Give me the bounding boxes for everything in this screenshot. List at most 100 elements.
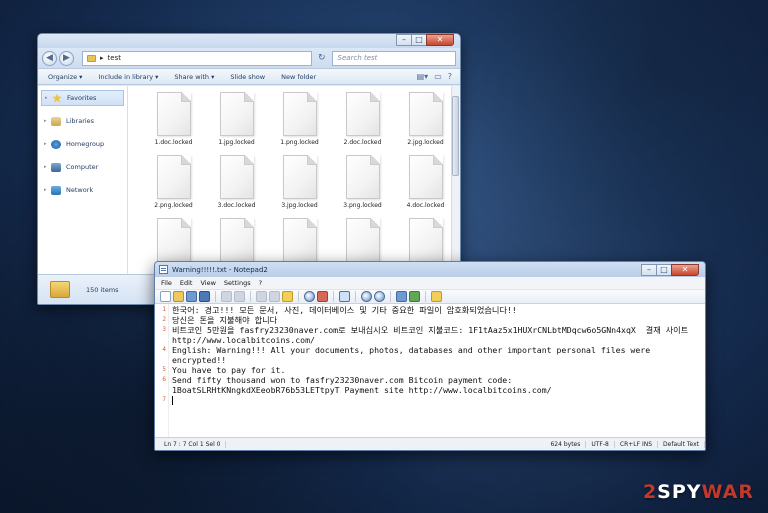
new-file-icon[interactable] — [160, 291, 171, 302]
organize-button[interactable]: Organize ▾ — [48, 73, 82, 81]
file-name: 3.png.locked — [343, 202, 382, 209]
file-name: 2.doc.locked — [343, 139, 382, 146]
nav-item-computer[interactable]: ▸ Computer — [38, 159, 127, 175]
help-icon[interactable]: ? — [448, 72, 452, 81]
line-number: 2 — [162, 316, 166, 323]
vertical-scrollbar[interactable] — [451, 86, 460, 274]
file-name: 2.png.locked — [154, 202, 193, 209]
customize-icon[interactable] — [409, 291, 420, 302]
file-item[interactable]: 1.png.locked — [268, 92, 331, 149]
file-item[interactable]: 1.doc.locked — [142, 92, 205, 149]
zoom-in-icon[interactable] — [361, 291, 372, 302]
editor-line: 1BoatSLRHtKNngkdXEeobR76b53LETtpyT Payme… — [169, 385, 705, 395]
line-text: English: Warning!!! All your documents, … — [172, 345, 651, 355]
search-input[interactable]: Search test — [331, 50, 456, 66]
nav-label: Libraries — [66, 117, 95, 125]
menu-file[interactable]: File — [161, 279, 172, 287]
file-name: 1.doc.locked — [154, 139, 193, 146]
view-options-icon[interactable]: ▤▾ — [417, 72, 429, 81]
save-icon[interactable] — [199, 291, 210, 302]
file-icon — [408, 92, 443, 136]
window-title: Warning!!!!!.txt - Notepad2 — [172, 265, 268, 274]
expand-icon[interactable]: ▸ — [44, 164, 51, 170]
find-icon[interactable] — [304, 291, 315, 302]
notepad-titlebar[interactable]: Warning!!!!!.txt - Notepad2 – □ ✕ — [155, 262, 705, 277]
status-eol: CR+LF INS — [615, 440, 659, 448]
replace-icon[interactable] — [317, 291, 328, 302]
explorer-titlebar[interactable]: – □ ✕ — [38, 34, 460, 48]
nav-item-libraries[interactable]: ▸ Libraries — [38, 113, 127, 129]
minimize-button[interactable]: – — [396, 34, 412, 46]
address-bar[interactable]: ▸ test — [82, 50, 312, 66]
include-in-library-button[interactable]: Include in library ▾ — [98, 73, 158, 81]
slide-show-button[interactable]: Slide show — [230, 73, 265, 81]
folder-icon — [87, 54, 96, 62]
favorites-icon[interactable] — [431, 291, 442, 302]
explorer-body: ▸ Favorites ▸ Libraries ▸ Homegroup ▸ Co… — [38, 86, 460, 274]
scrollbar-thumb[interactable] — [452, 96, 459, 176]
editor-content[interactable]: 1 한국어: 경고!!! 모든 문서, 사진, 데이터베이스 및 기타 중요한 파… — [162, 304, 705, 437]
maximize-button[interactable]: □ — [411, 34, 427, 46]
file-icon — [345, 155, 380, 199]
file-item[interactable]: 3.jpg.locked — [268, 155, 331, 212]
open-file-icon[interactable] — [173, 291, 184, 302]
status-scheme: Default Text — [658, 440, 705, 448]
close-button[interactable]: ✕ — [671, 264, 699, 276]
file-item[interactable]: 3.doc.locked — [205, 155, 268, 212]
file-icon — [345, 92, 380, 136]
expand-icon[interactable]: ▸ — [44, 141, 51, 147]
back-button[interactable]: ◀ — [42, 50, 57, 66]
file-icon — [282, 155, 317, 199]
status-position: Ln 7 : 7 Col 1 Sel 0 — [159, 440, 227, 448]
line-text: 한국어: 경고!!! 모든 문서, 사진, 데이터베이스 및 기타 중요한 파일… — [172, 305, 517, 315]
menu-settings[interactable]: Settings — [224, 279, 251, 287]
file-item[interactable]: 2.png.locked — [142, 155, 205, 212]
cut-icon[interactable] — [256, 291, 267, 302]
maximize-button[interactable]: □ — [656, 264, 672, 276]
word-wrap-icon[interactable] — [339, 291, 350, 302]
menu-edit[interactable]: Edit — [180, 279, 193, 287]
toolbar-separator — [333, 291, 334, 302]
file-item[interactable]: 4.doc.locked — [394, 155, 457, 212]
file-name: 3.doc.locked — [217, 202, 256, 209]
expand-icon[interactable]: ▸ — [45, 95, 52, 101]
new-folder-button[interactable]: New folder — [281, 73, 316, 81]
item-count: 150 items — [86, 285, 119, 294]
preview-pane-icon[interactable]: ▭ — [434, 72, 442, 81]
nav-label: Homegroup — [66, 140, 105, 148]
file-item[interactable]: 1.jpg.locked — [205, 92, 268, 149]
copy-icon[interactable] — [269, 291, 280, 302]
text-editor[interactable]: 1 한국어: 경고!!! 모든 문서, 사진, 데이터베이스 및 기타 중요한 파… — [155, 304, 705, 437]
nav-item-homegroup[interactable]: ▸ Homegroup — [38, 136, 127, 152]
menu-view[interactable]: View — [200, 279, 215, 287]
expand-icon[interactable]: ▸ — [44, 118, 51, 124]
toolbar-separator — [425, 291, 426, 302]
file-icon — [345, 218, 380, 262]
paste-icon[interactable] — [282, 291, 293, 302]
browse-icon[interactable] — [186, 291, 197, 302]
toolbar-separator — [355, 291, 356, 302]
share-with-button[interactable]: Share with ▾ — [174, 73, 214, 81]
redo-icon[interactable] — [234, 291, 245, 302]
refresh-icon[interactable]: ↻ — [318, 53, 326, 63]
nav-item-favorites[interactable]: ▸ Favorites — [41, 90, 124, 106]
notepad-window[interactable]: Warning!!!!!.txt - Notepad2 – □ ✕ File E… — [154, 261, 706, 451]
close-button[interactable]: ✕ — [426, 34, 454, 46]
editor-line: 5 You have to pay for it. — [162, 365, 705, 375]
file-item[interactable]: 3.png.locked — [331, 155, 394, 212]
file-icon — [282, 92, 317, 136]
scheme-icon[interactable] — [396, 291, 407, 302]
notepad-icon — [159, 265, 168, 274]
undo-icon[interactable] — [221, 291, 232, 302]
nav-label: Computer — [66, 163, 99, 171]
expand-icon[interactable]: ▸ — [44, 187, 51, 193]
nav-item-network[interactable]: ▸ Network — [38, 182, 127, 198]
file-item[interactable]: 2.doc.locked — [331, 92, 394, 149]
menu-help[interactable]: ? — [259, 279, 262, 287]
file-item[interactable]: 2.jpg.locked — [394, 92, 457, 149]
zoom-out-icon[interactable] — [374, 291, 385, 302]
file-icon — [156, 92, 191, 136]
file-icon — [219, 218, 254, 262]
forward-button[interactable]: ▶ — [59, 50, 74, 66]
minimize-button[interactable]: – — [641, 264, 657, 276]
